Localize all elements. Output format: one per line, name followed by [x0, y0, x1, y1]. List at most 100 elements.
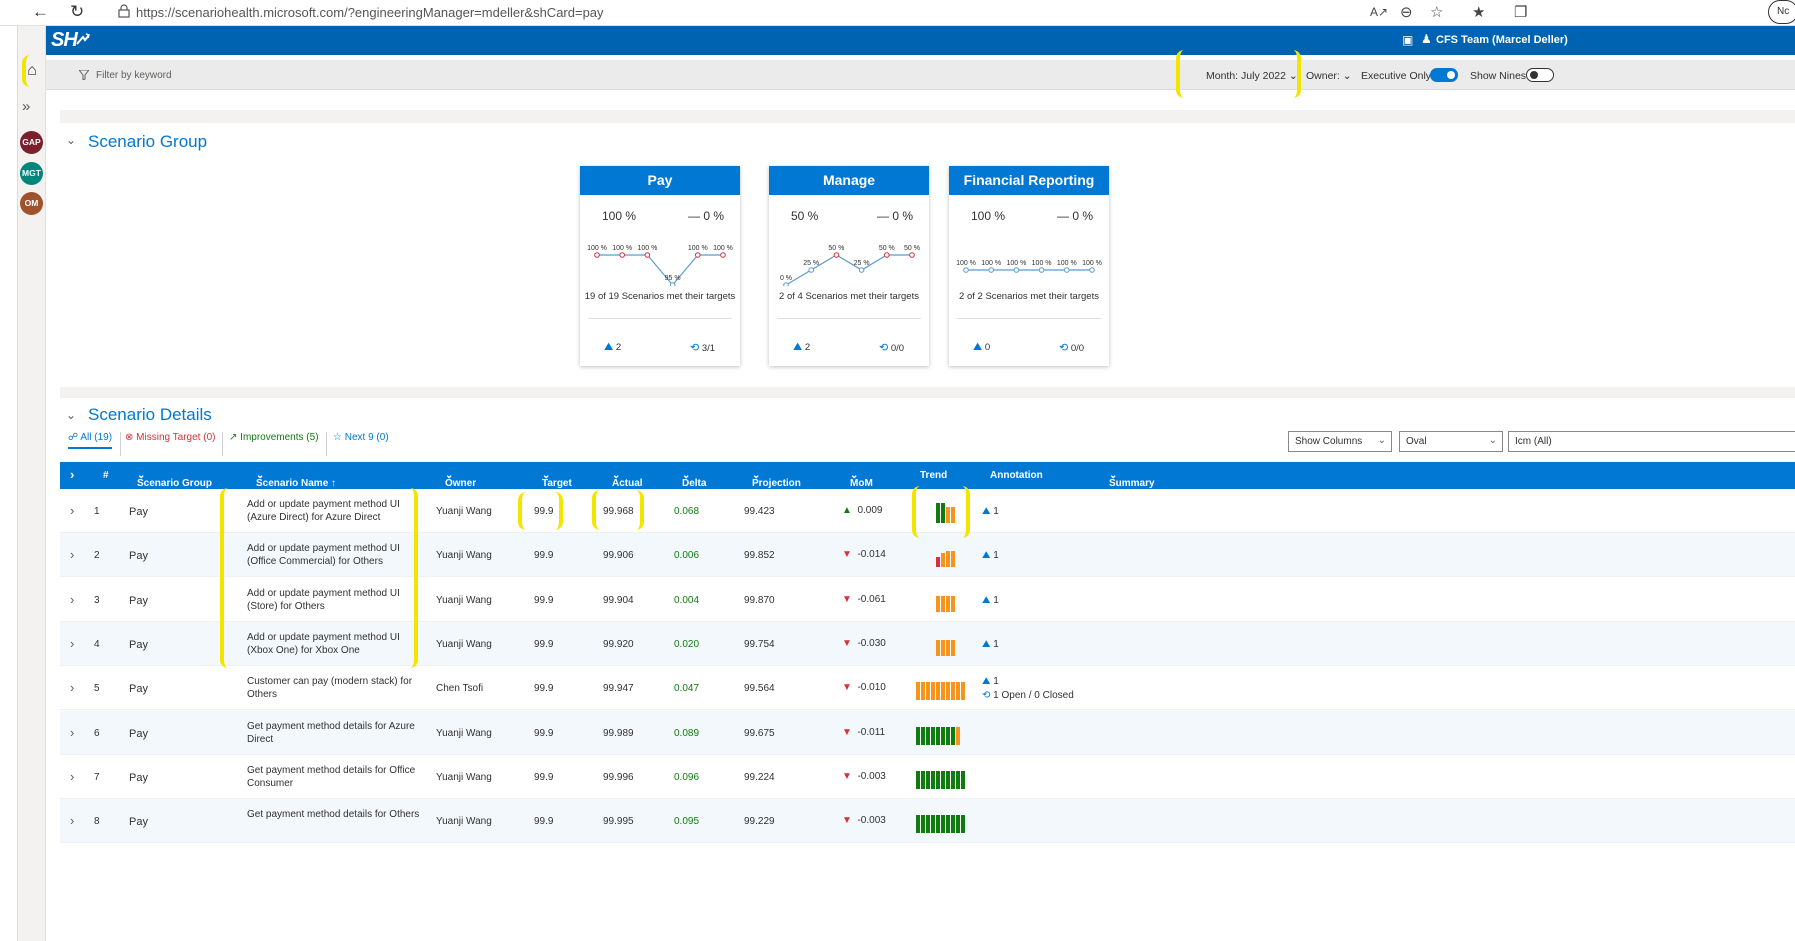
trend-bar — [961, 682, 965, 701]
nav-badge-mgt[interactable]: MGT — [20, 162, 43, 185]
screenshot-icon[interactable]: ▣ — [1402, 33, 1413, 47]
row-scenario-name[interactable]: Customer can pay (modern stack) for Othe… — [247, 675, 422, 701]
refresh-icon[interactable]: ↻ — [70, 2, 84, 22]
row-annotation[interactable]: ⛰ 1 — [982, 506, 999, 517]
row-expand-icon[interactable]: › — [70, 680, 74, 695]
tab-missing-target[interactable]: ⊗ Missing Target (0) — [125, 432, 215, 447]
card-met-percent: 50 % — [791, 209, 819, 223]
col-actual[interactable]: Actual ⌄ — [612, 470, 643, 489]
trend-bar — [961, 770, 965, 789]
row-scenario-name[interactable]: Get payment method details for Office Co… — [247, 764, 422, 790]
chevron-down-icon: ⌄ — [1377, 435, 1386, 446]
expand-nav-icon[interactable]: » — [22, 98, 30, 115]
card-met-summary: 19 of 19 Scenarios met their targets — [584, 291, 736, 302]
show-columns-dropdown[interactable]: Show Columns ⌄ — [1288, 431, 1392, 452]
sparkline-label: 100 % — [688, 245, 708, 252]
row-projection: 99.564 — [744, 683, 775, 695]
col-owner[interactable]: Owner ⌄ — [445, 470, 476, 489]
row-expand-icon[interactable]: › — [70, 503, 74, 518]
col-delta[interactable]: Delta ⌄ — [682, 470, 706, 489]
tab-next-9[interactable]: ☆ Next 9 (0) — [333, 432, 389, 447]
back-icon[interactable]: ← — [32, 2, 49, 22]
scenario-card[interactable]: Pay 100 % — 0 % 100 % 100 % 100 % 95 % 100 % 100… — [580, 166, 740, 366]
profile-initial: Nc — [1777, 6, 1790, 17]
app-logo[interactable]: SH — [51, 29, 78, 52]
user-name[interactable]: CFS Team (Marcel Deller) — [1436, 34, 1568, 46]
address-bar[interactable]: https://scenariohealth.microsoft.com/?en… — [136, 5, 604, 20]
row-number: 3 — [94, 594, 100, 606]
col-summary[interactable]: Summary ⌄ — [1109, 470, 1155, 489]
read-aloud-icon[interactable]: A↗ — [1370, 5, 1388, 19]
icm-dropdown[interactable]: Icm (All) — [1508, 431, 1795, 452]
col-scenario-group[interactable]: Scenario Group ⌄ — [137, 470, 212, 489]
scenario-card[interactable]: Manage 50 % — 0 % 0 % 25 % 50 % 25 % 50 % 50 % 2 … — [769, 166, 929, 366]
nav-badge-om[interactable]: OM — [20, 192, 43, 215]
table-row[interactable]: › 5 Pay Customer can pay (modern stack) for… — [60, 666, 1795, 711]
table-row[interactable]: › 6 Pay Get payment method details for Azur… — [60, 710, 1795, 755]
section-title: Scenario Details — [88, 405, 212, 424]
card-met-percent: 100 % — [971, 209, 1006, 223]
row-scenario-name[interactable]: Get payment method details for Azure Dir… — [247, 720, 422, 746]
card-annotations[interactable]: ⛰ 2 — [793, 341, 810, 354]
col-scenario-name[interactable]: Scenario Name ↑ ⌄ — [256, 470, 336, 489]
oval-dropdown[interactable]: Oval ⌄ — [1399, 431, 1503, 452]
trend-bar — [941, 726, 945, 745]
filter-input[interactable]: Filter by keyword — [96, 70, 172, 81]
incident-icon: ⟲ — [879, 342, 889, 354]
owner-dropdown[interactable]: Owner: ⌄ — [1306, 70, 1352, 82]
row-annotation[interactable]: ⛰ 1 — [982, 676, 999, 687]
nav-badge-gap[interactable]: GAP — [20, 131, 43, 154]
row-annotation[interactable]: ⛰ 1 — [982, 639, 999, 650]
zoom-icon[interactable]: ⊖ — [1400, 3, 1413, 21]
annotation-icon: ⛰ — [982, 594, 991, 606]
trend-bar — [946, 639, 950, 656]
row-scenario-name[interactable]: Get payment method details for Others — [247, 808, 422, 821]
trend-down-icon: ▼ — [842, 637, 852, 649]
col-label: MoM — [850, 478, 873, 489]
trend-bar — [931, 770, 935, 789]
favorite-add-icon[interactable]: ☆ — [1430, 3, 1443, 21]
card-annotations[interactable]: ⛰ 0 — [973, 341, 990, 354]
highlight-mark — [1176, 50, 1301, 98]
tab-all[interactable]: ☍ All (19) — [68, 432, 113, 449]
row-expand-icon[interactable]: › — [70, 636, 74, 651]
favorites-icon[interactable]: ★ — [1472, 3, 1485, 21]
scenario-card[interactable]: Financial Reporting 100 % — 0 % 100 % 100 % 1… — [949, 166, 1109, 366]
row-expand-icon[interactable]: › — [70, 769, 74, 784]
col-mom[interactable]: MoM ⌄ — [850, 470, 873, 489]
row-expand-icon[interactable]: › — [70, 813, 74, 828]
row-incident[interactable]: ⟲ 1 Open / 0 Closed — [982, 690, 1074, 701]
collapse-chevron-icon[interactable]: ⌄ — [66, 408, 76, 422]
col-target[interactable]: Target ⌄ — [542, 470, 572, 489]
collapse-chevron-icon[interactable]: ⌄ — [66, 133, 76, 147]
trend-bar — [936, 815, 940, 834]
row-delta: 0.068 — [674, 506, 700, 517]
col-projection[interactable]: Projection ⌄ — [752, 470, 801, 489]
trend-bar — [916, 726, 920, 745]
row-target: 99.9 — [534, 683, 554, 695]
profile-button[interactable]: Nc — [1768, 0, 1795, 24]
table-row[interactable]: › 7 Pay Get payment method details for Offi… — [60, 755, 1795, 799]
mom-value: -0.003 — [857, 815, 886, 827]
card-incidents[interactable]: ⟲ 0/0 — [1059, 341, 1084, 354]
row-expand-icon[interactable]: › — [70, 547, 74, 562]
trend-bar — [946, 551, 950, 568]
tab-improvements[interactable]: ↗ Improvements (5) — [229, 432, 319, 447]
annotation-count: 2 — [615, 342, 622, 353]
executive-only-toggle[interactable] — [1430, 68, 1458, 82]
row-annotation[interactable]: ⛰ 1 — [982, 550, 999, 561]
card-incidents[interactable]: ⟲ 3/1 — [690, 341, 715, 354]
collections-icon[interactable]: ❐ — [1514, 3, 1527, 21]
trend-down-icon: ▼ — [842, 593, 852, 605]
card-title: Manage — [769, 166, 929, 195]
row-expand-icon[interactable]: › — [70, 592, 74, 607]
expand-all-icon[interactable]: › — [70, 467, 74, 482]
row-expand-icon[interactable]: › — [70, 725, 74, 740]
table-row[interactable]: › 8 Pay Get payment method details for Othe… — [60, 799, 1795, 844]
sparkline-label: 100 % — [587, 245, 607, 252]
card-annotations[interactable]: ⛰ 2 — [604, 341, 621, 354]
show-nines-toggle[interactable] — [1526, 68, 1554, 82]
sparkline-point — [1013, 267, 1020, 273]
row-annotation[interactable]: ⛰ 1 — [982, 595, 999, 606]
card-incidents[interactable]: ⟲ 0/0 — [879, 341, 904, 354]
